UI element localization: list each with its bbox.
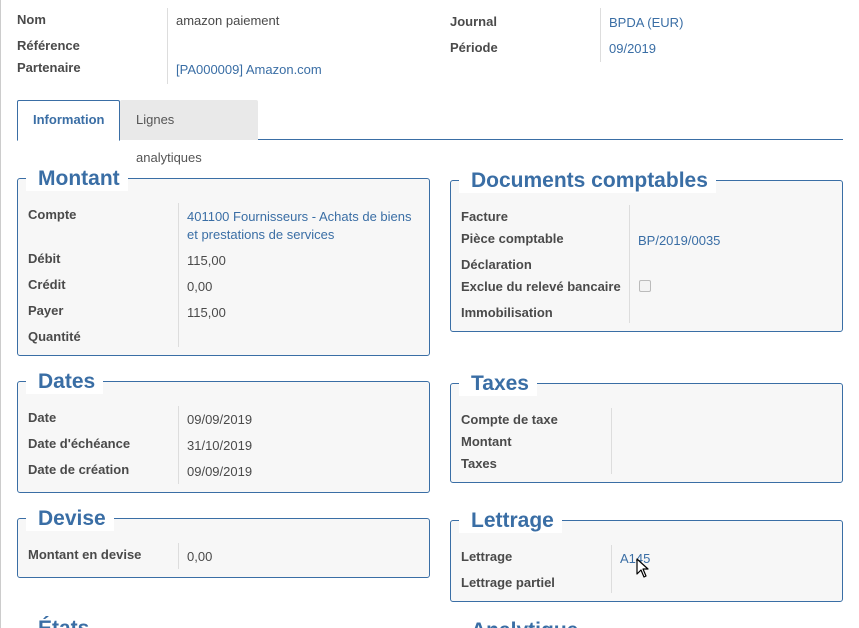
creation-value: 09/09/2019 <box>187 464 253 479</box>
debit-value: 115,00 <box>187 253 226 268</box>
credit-label: Crédit <box>28 277 66 292</box>
echeance-label: Date d'échéance <box>28 436 131 451</box>
documents-title: Documents comptables <box>459 169 716 193</box>
journal-link[interactable]: BPDA (EUR) <box>609 15 683 30</box>
montant-devise-label: Montant en devise <box>28 547 142 562</box>
date-label: Date <box>28 410 57 425</box>
taxes-divider <box>611 408 612 474</box>
declaration-label: Déclaration <box>461 257 532 272</box>
lettrage-label: Lettrage <box>461 549 513 564</box>
piece-link[interactable]: BP/2019/0035 <box>638 233 720 248</box>
quantite-label: Quantité <box>28 329 81 344</box>
taxes-title: Taxes <box>459 372 537 396</box>
documents-group: Facture Pièce comptable BP/2019/0035 Déc… <box>450 180 843 332</box>
dates-group: Date 09/09/2019 Date d'échéance 31/10/20… <box>17 381 430 493</box>
etats-title: États <box>26 617 98 628</box>
montant-group: Compte 401100 Fournisseurs - Achats de b… <box>17 178 430 356</box>
mouse-cursor-icon <box>636 558 649 578</box>
compte-link-line1[interactable]: 401100 Fournisseurs - Achats de biens <box>187 209 412 224</box>
documents-divider <box>629 205 630 323</box>
header-divider-left <box>167 8 168 84</box>
lettrage-partiel-label: Lettrage partiel <box>461 575 555 590</box>
partenaire-link[interactable]: [PA000009] Amazon.com <box>176 62 322 77</box>
tab-lignes-analytiques[interactable]: Lignes analytiques <box>120 100 258 165</box>
facture-label: Facture <box>461 209 508 224</box>
payer-label: Payer <box>28 303 64 318</box>
analytique-title: Analytique <box>459 619 587 628</box>
partenaire-label: Partenaire <box>17 60 81 75</box>
taxes-label: Taxes <box>461 456 497 471</box>
header-divider-right <box>600 8 601 62</box>
immobilisation-label: Immobilisation <box>461 305 553 320</box>
taxes-montant-label: Montant <box>461 434 512 449</box>
creation-label: Date de création <box>28 462 130 477</box>
notebook-tabs: Lignes analytiques Information <box>17 100 843 165</box>
journal-label: Journal <box>450 14 497 29</box>
devise-title: Devise <box>26 507 114 531</box>
montant-devise-value: 0,00 <box>187 549 213 564</box>
periode-label: Période <box>450 40 498 55</box>
taxes-group: Compte de taxe Montant Taxes <box>450 383 843 483</box>
header-form: Nom Référence Partenaire amazon paiement… <box>0 0 859 95</box>
tab-information[interactable]: Information <box>17 100 120 141</box>
echeance-value[interactable]: 31/10/2019 <box>187 438 252 453</box>
nom-value[interactable]: amazon paiement <box>176 13 279 28</box>
exclue-checkbox[interactable] <box>639 280 651 292</box>
compte-link-line2[interactable]: et prestations de services <box>187 227 334 242</box>
montant-divider <box>178 203 179 347</box>
compte-label: Compte <box>28 207 77 222</box>
piece-label: Pièce comptable <box>461 231 564 246</box>
lettrage-title: Lettrage <box>459 509 562 533</box>
compte-taxe-label: Compte de taxe <box>461 412 558 427</box>
credit-value: 0,00 <box>187 279 213 294</box>
lettrage-divider <box>611 545 612 593</box>
date-value[interactable]: 09/09/2019 <box>187 412 252 427</box>
dates-divider <box>178 406 179 484</box>
periode-link[interactable]: 09/2019 <box>609 41 656 56</box>
exclue-label: Exclue du relevé bancaire <box>461 279 621 294</box>
montant-title: Montant <box>26 167 128 191</box>
reference-label: Référence <box>17 38 80 53</box>
debit-label: Débit <box>28 251 61 266</box>
payer-value: 115,00 <box>187 305 226 320</box>
nom-label: Nom <box>17 12 46 27</box>
dates-title: Dates <box>26 370 104 394</box>
devise-divider <box>178 543 179 569</box>
